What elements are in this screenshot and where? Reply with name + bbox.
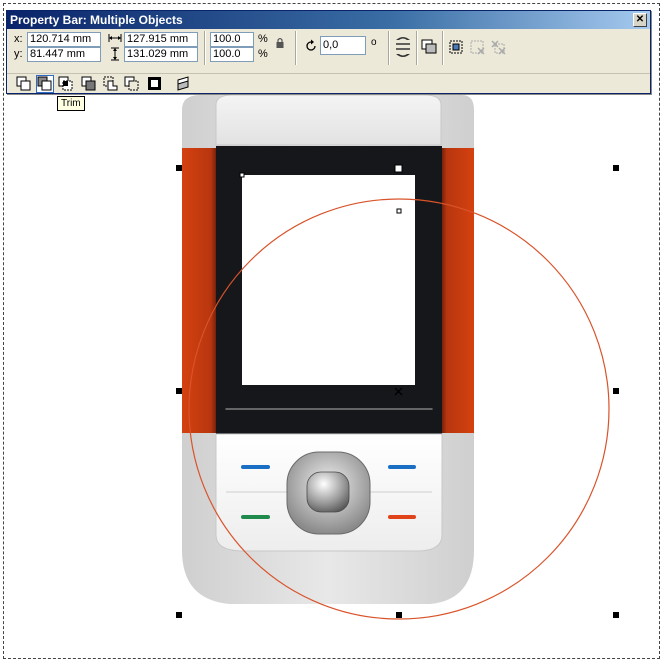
handle-top-left: [176, 165, 182, 171]
separator: [388, 31, 390, 65]
x-position-field[interactable]: 120.714 mm: [27, 32, 101, 47]
drawing-scene: [176, 94, 619, 620]
simplify-icon[interactable]: [81, 76, 97, 92]
back-minus-front-icon[interactable]: [124, 76, 140, 92]
handle-mid-left: [176, 388, 182, 394]
y-label: y:: [14, 48, 23, 60]
scale-y-unit: %: [258, 48, 268, 60]
property-bar-window[interactable]: Property Bar: Multiple Objects ✕ x: 120.…: [6, 10, 651, 94]
scale-x-field[interactable]: 100.0: [210, 32, 254, 47]
shaping-toolbar: [7, 73, 650, 94]
weld-icon[interactable]: [16, 76, 32, 92]
handle-bottom-center: [396, 612, 402, 618]
scale-y-field[interactable]: 100.0: [210, 47, 254, 62]
rotation-field[interactable]: 0,0: [320, 36, 366, 55]
nav-key-center: [306, 471, 350, 513]
intersect-icon[interactable]: [58, 76, 74, 92]
property-bar-row-1: x: 120.714 mm y: 81.447 mm 127.915 mm 13…: [7, 31, 650, 71]
separator: [442, 31, 444, 65]
screen-display: [242, 175, 415, 385]
scale-x-unit: %: [258, 33, 268, 45]
separator: [204, 31, 206, 65]
handle-top-right: [613, 165, 619, 171]
width-field[interactable]: 127.915 mm: [124, 32, 198, 47]
rotate-icon: [306, 39, 316, 51]
height-field[interactable]: 131.029 mm: [124, 47, 198, 62]
align-distribute-icon[interactable]: [175, 76, 191, 92]
tooltip: Trim: [57, 96, 85, 111]
y-position-field[interactable]: 81.447 mm: [27, 47, 101, 62]
mirror-buttons-icon[interactable]: [394, 35, 412, 59]
handle-bottom-right: [613, 612, 619, 618]
separator: [416, 31, 418, 65]
node-screen-top-left: [239, 172, 245, 178]
x-label: x:: [14, 33, 23, 45]
width-arrow-icon: [108, 34, 122, 42]
handle-top-center: [394, 164, 403, 173]
front-minus-back-icon[interactable]: [103, 76, 119, 92]
rotation-unit: o: [371, 37, 377, 48]
height-arrow-icon: [111, 47, 119, 61]
property-bar-titlebar[interactable]: Property Bar: Multiple Objects ✕: [7, 11, 650, 29]
lock-ratio-icon[interactable]: [275, 37, 285, 49]
trim-icon[interactable]: [36, 75, 54, 93]
phone-side-left: [182, 148, 218, 433]
handle-bottom-left: [176, 612, 182, 618]
ungroup-all-icon[interactable]: [490, 39, 506, 55]
combine-icon[interactable]: [448, 39, 464, 55]
drawing-canvas[interactable]: Property Bar: Multiple Objects ✕ x: 120.…: [0, 0, 665, 665]
create-boundary-icon[interactable]: [147, 76, 163, 92]
ungroup-icon[interactable]: [469, 39, 485, 55]
close-button[interactable]: ✕: [633, 13, 647, 27]
phone-side-right: [440, 148, 474, 433]
phone-top-cap: [215, 94, 442, 146]
group-icon[interactable]: [421, 39, 437, 55]
separator: [295, 31, 297, 65]
window-title: Property Bar: Multiple Objects: [10, 13, 183, 27]
handle-mid-right: [613, 388, 619, 394]
node-circle-top: [396, 208, 402, 214]
